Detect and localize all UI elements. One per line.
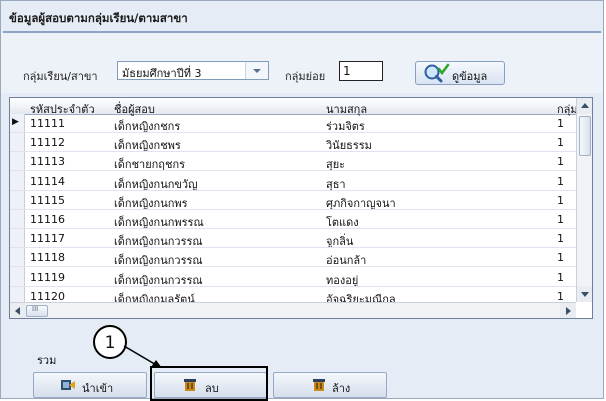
table-row[interactable]: 11114 เด็กหญิงกนกขวัญ สุธา 1	[10, 172, 576, 191]
clear-button[interactable]: ล้าง	[273, 372, 387, 398]
cell-id: 11116	[30, 213, 65, 226]
students-grid: รหัสประจำตัว ชื่อผู้สอบ นามสกุล กลุ่มย่อ…	[9, 97, 593, 319]
group-label: กลุ่มเรียน/สาขา	[23, 70, 98, 83]
cell-id: 11112	[30, 136, 65, 150]
clear-icon	[313, 379, 325, 391]
cell-id: 11117	[30, 232, 65, 246]
scroll-down-button[interactable]	[577, 286, 592, 302]
cell-subgroup: 1	[557, 232, 564, 246]
delete-button-highlight	[150, 366, 268, 401]
cell-id: 11119	[30, 270, 65, 284]
horizontal-scrollbar[interactable]: III	[10, 302, 576, 318]
scroll-left-button[interactable]	[10, 303, 26, 318]
current-row-marker-icon: ▶	[12, 117, 19, 127]
table-row[interactable]: 11118 เด็กหญิงกนกวรรณ อ่อนกล้า 1	[10, 248, 576, 268]
filter-panel: กลุ่มเรียน/สาขา มัธยมศึกษาปีที่ 3 กลุ่มย…	[1, 33, 603, 93]
scroll-grip-icon: III	[32, 305, 39, 313]
cell-id: 11118	[30, 251, 65, 265]
cell-id: 11120	[30, 289, 65, 303]
cell-subgroup: 1	[557, 213, 564, 226]
group-select[interactable]: มัธยมศึกษาปีที่ 3	[117, 61, 269, 80]
arrow-left-icon	[15, 307, 20, 315]
horizontal-scroll-thumb[interactable]: III	[26, 305, 48, 317]
cell-subgroup: 1	[557, 193, 564, 207]
scroll-right-button[interactable]	[560, 303, 576, 318]
table-row[interactable]: ▶ 11111 เด็กหญิงกชกร ร่วมจิตร 1	[10, 114, 576, 133]
cell-subgroup: 1	[557, 155, 564, 169]
arrow-right-icon	[566, 307, 571, 315]
grid-header: รหัสประจำตัว ชื่อผู้สอบ นามสกุล กลุ่มย่อ	[10, 98, 591, 116]
window-title: ข้อมูลผู้สอบตามกลุ่มเรียน/ตามสาขา	[9, 11, 188, 25]
clear-label: ล้าง	[332, 382, 351, 395]
arrow-down-icon	[581, 292, 589, 297]
cell-id: 11111	[30, 117, 65, 130]
import-label: นำเข้า	[82, 382, 114, 395]
group-select-value: มัธยมศึกษาปีที่ 3	[122, 67, 202, 80]
exam-data-window: ข้อมูลผู้สอบตามกลุ่มเรียน/ตามสาขา กลุ่มเ…	[0, 0, 604, 399]
table-row[interactable]: 11119 เด็กหญิงกนกวรรณ ทองอยู่ 1	[10, 268, 576, 287]
vertical-scrollbar[interactable]	[576, 98, 592, 302]
table-row[interactable]: 11112 เด็กหญิงกชพร วินัยธรรม 1	[10, 133, 576, 153]
cell-subgroup: 1	[557, 270, 564, 284]
view-data-button[interactable]: ดูข้อมูล	[415, 61, 505, 85]
scroll-up-button[interactable]	[577, 98, 592, 114]
table-row[interactable]: 11117 เด็กหญิงกนกวรรณ จูกลิ่น 1	[10, 229, 576, 249]
cell-id: 11113	[30, 155, 65, 169]
cell-subgroup: 1	[557, 174, 564, 188]
arrow-up-icon	[581, 103, 589, 108]
subgroup-input-value: 1	[343, 64, 351, 78]
view-data-label: ดูข้อมูล	[452, 70, 488, 83]
import-icon	[61, 380, 75, 390]
vertical-scroll-thumb[interactable]	[579, 116, 591, 156]
table-row[interactable]: 11116 เด็กหญิงกนกพรรณ โตแดง 1	[10, 210, 576, 229]
cell-subgroup: 1	[557, 117, 564, 130]
magnifier-icon	[424, 63, 450, 83]
table-row[interactable]: 11113 เด็กชายกฤชกร สุยะ 1	[10, 152, 576, 172]
cell-subgroup: 1	[557, 251, 564, 265]
cell-subgroup: 1	[557, 136, 564, 150]
subgroup-input[interactable]: 1	[339, 61, 383, 81]
chevron-down-icon[interactable]	[245, 62, 268, 79]
table-row[interactable]: 11115 เด็กหญิงกนกพร ศุภกิจกาญจนา 1	[10, 191, 576, 210]
total-label: รวม	[37, 354, 57, 367]
cell-id: 11115	[30, 193, 65, 207]
subgroup-label: กลุ่มย่อย	[285, 70, 326, 83]
cell-subgroup: 1	[557, 289, 564, 303]
cell-id: 11114	[30, 174, 65, 188]
